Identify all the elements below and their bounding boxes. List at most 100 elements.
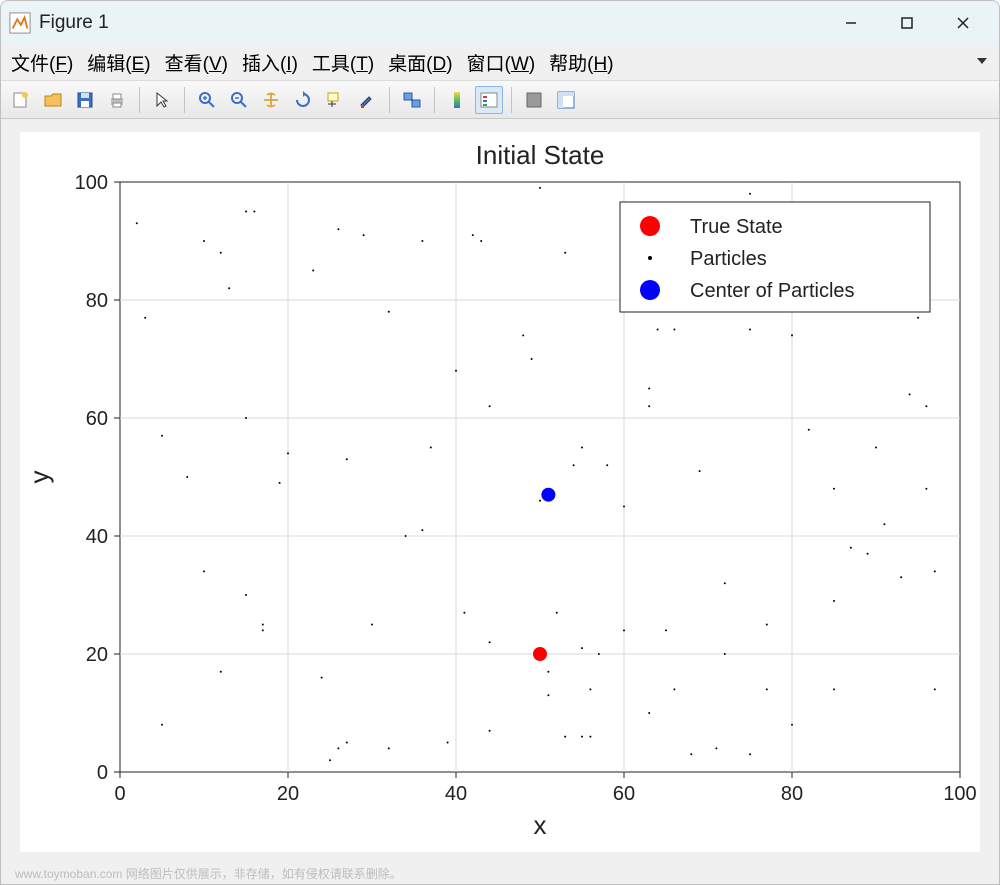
data-point	[883, 523, 885, 525]
data-point	[321, 676, 323, 678]
zoom-out-button[interactable]	[225, 86, 253, 114]
data-point	[648, 405, 650, 407]
data-point	[925, 405, 927, 407]
data-point	[766, 623, 768, 625]
data-point	[144, 316, 146, 318]
data-point	[346, 741, 348, 743]
data-point	[186, 476, 188, 478]
data-point	[724, 582, 726, 584]
menu-window[interactable]: 窗口(W)	[467, 49, 536, 76]
matlab-icon	[9, 12, 31, 34]
close-button[interactable]	[935, 1, 991, 45]
menu-desktop[interactable]: 桌面(D)	[388, 49, 452, 76]
data-point	[489, 729, 491, 731]
data-point	[724, 653, 726, 655]
data-point	[245, 210, 247, 212]
data-point	[541, 487, 555, 501]
data-point	[220, 670, 222, 672]
svg-text:20: 20	[277, 783, 299, 805]
data-point	[447, 741, 449, 743]
axes[interactable]: 020406080100020406080100Initial StatexyT…	[20, 132, 980, 852]
hide-plot-tools-button[interactable]	[520, 86, 548, 114]
data-point	[547, 694, 549, 696]
svg-text:0: 0	[97, 762, 108, 784]
legend-label: Particles	[690, 248, 767, 270]
data-point	[136, 222, 138, 224]
data-point	[833, 487, 835, 489]
data-point	[388, 747, 390, 749]
data-point	[533, 647, 547, 661]
svg-text:20: 20	[86, 644, 108, 666]
data-point	[564, 251, 566, 253]
menu-tools[interactable]: 工具(T)	[312, 49, 374, 76]
minimize-button[interactable]	[823, 1, 879, 45]
y-axis-label: y	[24, 470, 54, 483]
data-point	[581, 735, 583, 737]
svg-text:0: 0	[114, 783, 125, 805]
data-point	[749, 328, 751, 330]
save-button[interactable]	[71, 86, 99, 114]
data-point	[228, 287, 230, 289]
data-point	[547, 670, 549, 672]
data-point	[934, 570, 936, 572]
data-point	[430, 446, 432, 448]
menu-help[interactable]: 帮助(H)	[549, 49, 613, 76]
data-point	[489, 641, 491, 643]
brush-button[interactable]	[353, 86, 381, 114]
data-point	[245, 417, 247, 419]
data-point	[589, 735, 591, 737]
data-cursor-button[interactable]	[321, 86, 349, 114]
data-point	[690, 753, 692, 755]
data-point	[623, 629, 625, 631]
data-point	[480, 240, 482, 242]
colorbar-button[interactable]	[443, 86, 471, 114]
watermark-text: www.toymoban.com 网络图片仅供展示，非存储，如有侵权请联系删除。	[15, 865, 402, 882]
data-point	[388, 310, 390, 312]
legend-label: True State	[690, 216, 783, 238]
menu-file[interactable]: 文件(F)	[11, 49, 73, 76]
data-point	[673, 688, 675, 690]
data-point	[564, 735, 566, 737]
data-point	[673, 328, 675, 330]
toolbar	[1, 81, 999, 119]
data-point	[749, 192, 751, 194]
data-point	[161, 434, 163, 436]
data-point	[900, 576, 902, 578]
legend-label: Center of Particles	[690, 280, 855, 302]
print-button[interactable]	[103, 86, 131, 114]
data-point	[539, 186, 541, 188]
titlebar: Figure 1	[1, 1, 999, 45]
legend-button[interactable]	[475, 86, 503, 114]
menu-view[interactable]: 查看(V)	[165, 49, 228, 76]
svg-text:80: 80	[86, 290, 108, 312]
legend-marker	[640, 216, 660, 236]
link-button[interactable]	[398, 86, 426, 114]
data-point	[791, 334, 793, 336]
figure-window: Figure 1 文件(F) 编辑(E) 查看(V) 插入(I) 工具(T) 桌…	[0, 0, 1000, 885]
data-point	[808, 428, 810, 430]
new-figure-button[interactable]	[7, 86, 35, 114]
menu-edit[interactable]: 编辑(E)	[87, 49, 150, 76]
pan-button[interactable]	[257, 86, 285, 114]
data-point	[463, 611, 465, 613]
zoom-in-button[interactable]	[193, 86, 221, 114]
svg-text:40: 40	[86, 526, 108, 548]
pointer-button[interactable]	[148, 86, 176, 114]
rotate-button[interactable]	[289, 86, 317, 114]
maximize-button[interactable]	[879, 1, 935, 45]
data-point	[833, 688, 835, 690]
data-point	[657, 328, 659, 330]
open-button[interactable]	[39, 86, 67, 114]
chart-title: Initial State	[476, 140, 605, 170]
data-point	[522, 334, 524, 336]
menu-insert[interactable]: 插入(I)	[242, 49, 298, 76]
data-point	[909, 393, 911, 395]
data-point	[337, 747, 339, 749]
data-point	[421, 240, 423, 242]
data-point	[581, 647, 583, 649]
toolbar-dropdown-icon[interactable]	[975, 54, 989, 71]
data-point	[245, 594, 247, 596]
data-point	[363, 234, 365, 236]
show-plot-tools-button[interactable]	[552, 86, 580, 114]
svg-text:100: 100	[75, 172, 108, 194]
